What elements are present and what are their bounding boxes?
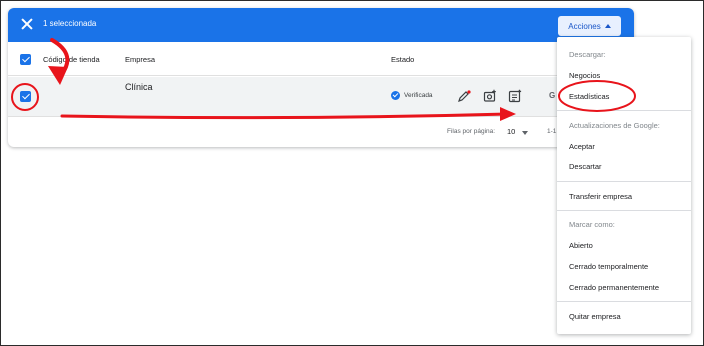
page-range: 1-1 bbox=[547, 128, 557, 135]
menu-item-cerrado-temporalmente[interactable]: Cerrado temporalmente bbox=[569, 262, 648, 271]
menu-header-actualizaciones: Actualizaciones de Google: bbox=[569, 121, 660, 130]
selection-count: 1 seleccionada bbox=[43, 19, 97, 28]
menu-divider bbox=[557, 210, 691, 211]
rows-per-page-select[interactable]: 10 bbox=[507, 127, 515, 136]
caret-up-icon bbox=[604, 24, 611, 28]
menu-divider bbox=[557, 181, 691, 182]
dropdown-caret-icon[interactable] bbox=[522, 131, 528, 135]
rows-per-page-label: Filas por página: bbox=[447, 128, 496, 135]
acciones-menu: Descargar: Negocios Estadísticas Actuali… bbox=[557, 37, 691, 334]
menu-item-negocios[interactable]: Negocios bbox=[569, 71, 600, 80]
menu-item-abierto[interactable]: Abierto bbox=[569, 241, 593, 250]
menu-item-aceptar[interactable]: Aceptar bbox=[569, 142, 595, 151]
menu-item-cerrado-permanentemente[interactable]: Cerrado permanentemente bbox=[569, 283, 659, 292]
header-estado[interactable]: Estado bbox=[391, 55, 414, 64]
row-empresa[interactable]: Clínica bbox=[125, 82, 153, 92]
menu-item-quitar[interactable]: Quitar empresa bbox=[569, 312, 621, 321]
acciones-button[interactable]: Acciones bbox=[558, 16, 621, 36]
edit-icon[interactable] bbox=[457, 89, 471, 103]
status-badge: Verificada bbox=[391, 91, 433, 100]
row-checkbox[interactable] bbox=[20, 91, 31, 102]
post-icon[interactable] bbox=[508, 89, 522, 103]
menu-item-estadisticas[interactable]: Estadísticas bbox=[569, 92, 609, 101]
table-row[interactable]: Clínica Verificada G bbox=[8, 77, 634, 117]
header-empresa[interactable]: Empresa bbox=[125, 55, 155, 64]
pagination-footer: Filas por página: 10 1-1 bbox=[8, 118, 634, 147]
add-photo-icon[interactable] bbox=[483, 89, 497, 103]
acciones-label: Acciones bbox=[568, 21, 601, 31]
header-codigo[interactable]: Código de tienda bbox=[43, 55, 100, 64]
business-list-card: 1 seleccionada Acciones Código de tienda… bbox=[8, 8, 634, 147]
table-header: Código de tienda Empresa Estado bbox=[8, 42, 634, 76]
status-text: Verificada bbox=[404, 92, 433, 99]
close-icon[interactable] bbox=[20, 17, 34, 31]
menu-divider bbox=[557, 110, 691, 111]
select-all-checkbox[interactable] bbox=[20, 54, 31, 65]
selection-bar: 1 seleccionada Acciones bbox=[8, 8, 634, 42]
menu-divider bbox=[557, 301, 691, 302]
menu-item-transferir[interactable]: Transferir empresa bbox=[569, 192, 632, 201]
menu-item-descartar[interactable]: Descartar bbox=[569, 162, 602, 171]
verified-icon bbox=[391, 91, 400, 100]
menu-header-descargar: Descargar: bbox=[569, 50, 606, 59]
google-badge[interactable]: G bbox=[549, 91, 555, 100]
menu-header-marcar: Marcar como: bbox=[569, 220, 615, 229]
